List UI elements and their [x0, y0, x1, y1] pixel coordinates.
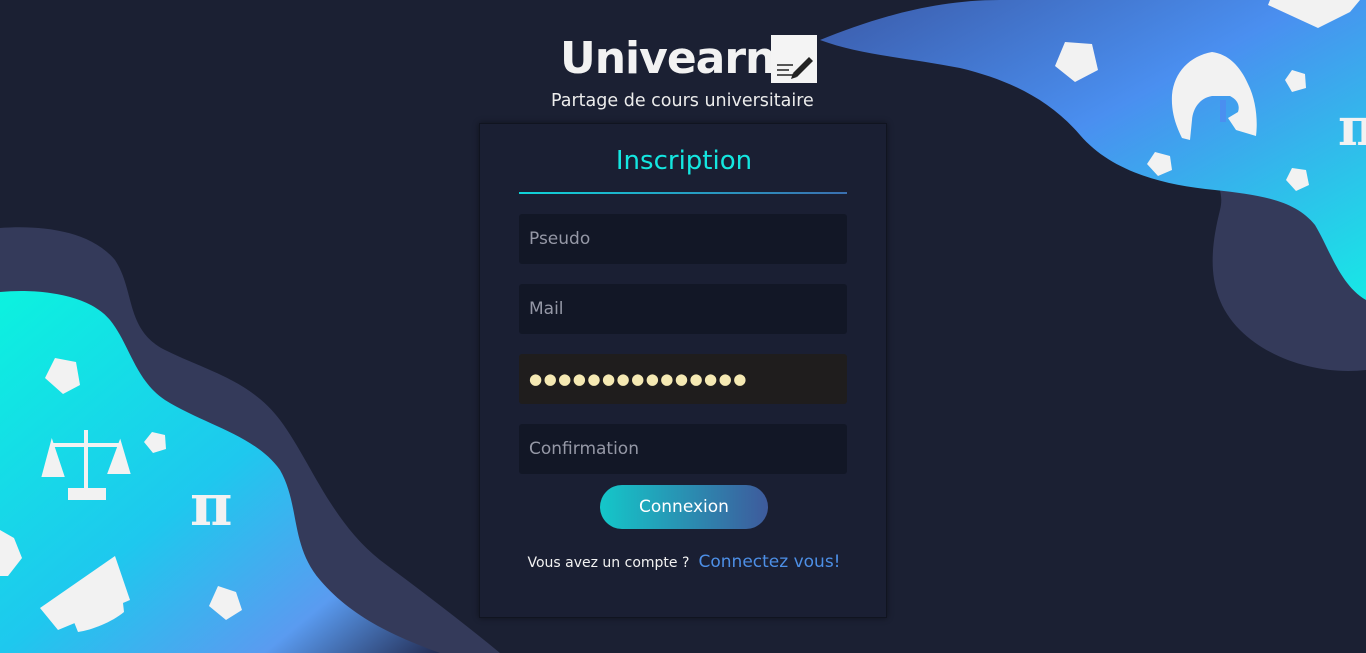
password-input[interactable]: ●●●●●●●●●●●●●●● [519, 354, 847, 404]
account-prompt: Vous avez un compte ? Connectez vous! [480, 552, 888, 572]
account-question: Vous avez un compte ? [527, 555, 690, 571]
title-underline [519, 192, 847, 194]
brand-tagline: Partage de cours universitaire [551, 91, 814, 111]
signup-page: π π Univearn Partage de cours universita… [0, 0, 1366, 653]
brand-logo: Univearn [560, 33, 818, 84]
pseudo-input[interactable] [519, 214, 847, 264]
connexion-button[interactable]: Connexion [600, 485, 768, 529]
form-title: Inscription [615, 146, 753, 176]
brand-name: Univearn [560, 33, 776, 84]
mail-input[interactable] [519, 284, 847, 334]
confirmation-input[interactable] [519, 424, 847, 474]
pi-icon: π [190, 471, 232, 539]
signup-card: Inscription ●●●●●●●●●●●●●●● Connexion Vo… [479, 123, 887, 618]
pi-icon: π [1338, 97, 1366, 158]
login-link[interactable]: Connectez vous! [699, 552, 841, 572]
pencil-icon [771, 35, 818, 83]
